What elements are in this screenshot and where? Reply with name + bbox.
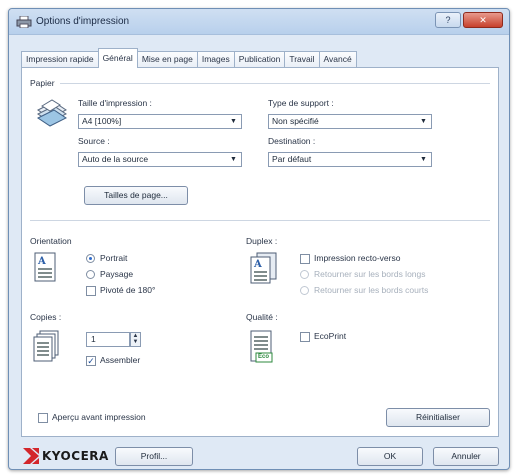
portrait-page-icon: A <box>34 252 56 282</box>
print-options-dialog: Options d'impression ? ✕ Impression rapi… <box>8 8 510 470</box>
title-bar: Options d'impression ? ✕ <box>9 9 509 35</box>
copies-input[interactable]: 1 <box>86 332 130 347</box>
collate-checkbox[interactable]: ✓ <box>86 356 96 366</box>
paper-section-label: Papier <box>30 78 55 88</box>
source-value: Auto de la source <box>82 154 149 164</box>
destination-select[interactable]: Par défaut ▼ <box>268 152 432 167</box>
tab-general[interactable]: Général <box>97 48 138 68</box>
tab-bar: Impression rapide Général Mise en page I… <box>21 48 357 68</box>
chevron-down-icon: ▼ <box>420 156 427 163</box>
landscape-label: Paysage <box>100 269 134 279</box>
long-edge-radio[interactable] <box>300 270 309 279</box>
tab-publication[interactable]: Publication <box>233 51 286 68</box>
chevron-down-icon: ▼ <box>420 118 427 125</box>
print-size-select[interactable]: A4 [100%] ▼ <box>78 114 242 129</box>
portrait-radio[interactable] <box>86 254 95 263</box>
preview-label: Aperçu avant impression <box>52 412 146 422</box>
profile-button[interactable]: Profil... <box>115 447 193 466</box>
collate-label: Assembler <box>100 355 141 365</box>
short-edge-label: Retourner sur les bords courts <box>314 285 429 295</box>
kyocera-logo-icon <box>23 448 39 464</box>
two-sided-label: Impression recto-verso <box>314 253 401 263</box>
paper-stack-icon <box>37 99 67 127</box>
cancel-button[interactable]: Annuler <box>433 447 499 466</box>
printer-icon <box>16 16 32 28</box>
portrait-label: Portrait <box>100 253 128 263</box>
svg-text:A: A <box>37 256 46 267</box>
ok-button[interactable]: OK <box>357 447 423 466</box>
general-tab-panel: Papier Taille d'impression : A4 [100%] ▼… <box>21 67 499 437</box>
long-edge-label: Retourner sur les bords longs <box>314 269 426 279</box>
kyocera-logo: KYOCERA <box>23 446 109 466</box>
tab-mise-en-page[interactable]: Mise en page <box>136 51 198 68</box>
eco-icon-text: Eco <box>258 354 270 360</box>
copies-stack-icon <box>33 330 59 362</box>
tab-images[interactable]: Images <box>196 51 235 68</box>
print-size-label: Taille d'impression : <box>78 98 152 108</box>
short-edge-radio[interactable] <box>300 286 309 295</box>
duplex-pages-icon: A <box>250 252 277 284</box>
orientation-section-label: Orientation <box>30 236 72 246</box>
ecoprint-label: EcoPrint <box>314 331 347 341</box>
copies-stepper[interactable]: ▲ ▼ <box>130 332 141 347</box>
destination-value: Par défaut <box>272 154 312 164</box>
source-label: Source : <box>78 136 110 146</box>
brand-name: KYOCERA <box>42 449 109 463</box>
ecoprint-checkbox[interactable] <box>300 332 310 342</box>
duplex-section-label: Duplex : <box>246 236 278 246</box>
media-type-label: Type de support : <box>268 98 334 108</box>
rotate-180-checkbox[interactable] <box>86 286 96 296</box>
tab-avance[interactable]: Avancé <box>318 51 357 68</box>
print-size-value: A4 [100%] <box>82 116 122 126</box>
landscape-radio[interactable] <box>86 270 95 279</box>
rotate-180-label: Pivoté de 180° <box>100 285 156 295</box>
help-button[interactable]: ? <box>435 12 461 28</box>
copies-section-label: Copies : <box>30 312 62 322</box>
tab-travail[interactable]: Travail <box>284 51 320 68</box>
two-sided-checkbox[interactable] <box>300 254 310 264</box>
preview-checkbox[interactable] <box>38 413 48 423</box>
page-sizes-button[interactable]: Tailles de page... <box>84 186 188 205</box>
tab-impression-rapide[interactable]: Impression rapide <box>21 51 99 68</box>
window-title: Options d'impression <box>36 16 130 27</box>
source-select[interactable]: Auto de la source ▼ <box>78 152 242 167</box>
destination-label: Destination : <box>268 136 316 146</box>
media-type-value: Non spécifié <box>272 116 319 126</box>
svg-text:A: A <box>253 259 262 270</box>
quality-section-label: Qualité : <box>246 312 278 322</box>
chevron-down-icon[interactable]: ▼ <box>131 339 140 345</box>
chevron-down-icon: ▼ <box>230 118 237 125</box>
media-type-select[interactable]: Non spécifié ▼ <box>268 114 432 129</box>
chevron-down-icon: ▼ <box>230 156 237 163</box>
close-button[interactable]: ✕ <box>463 12 503 28</box>
reset-button[interactable]: Réinitialiser <box>386 408 490 427</box>
